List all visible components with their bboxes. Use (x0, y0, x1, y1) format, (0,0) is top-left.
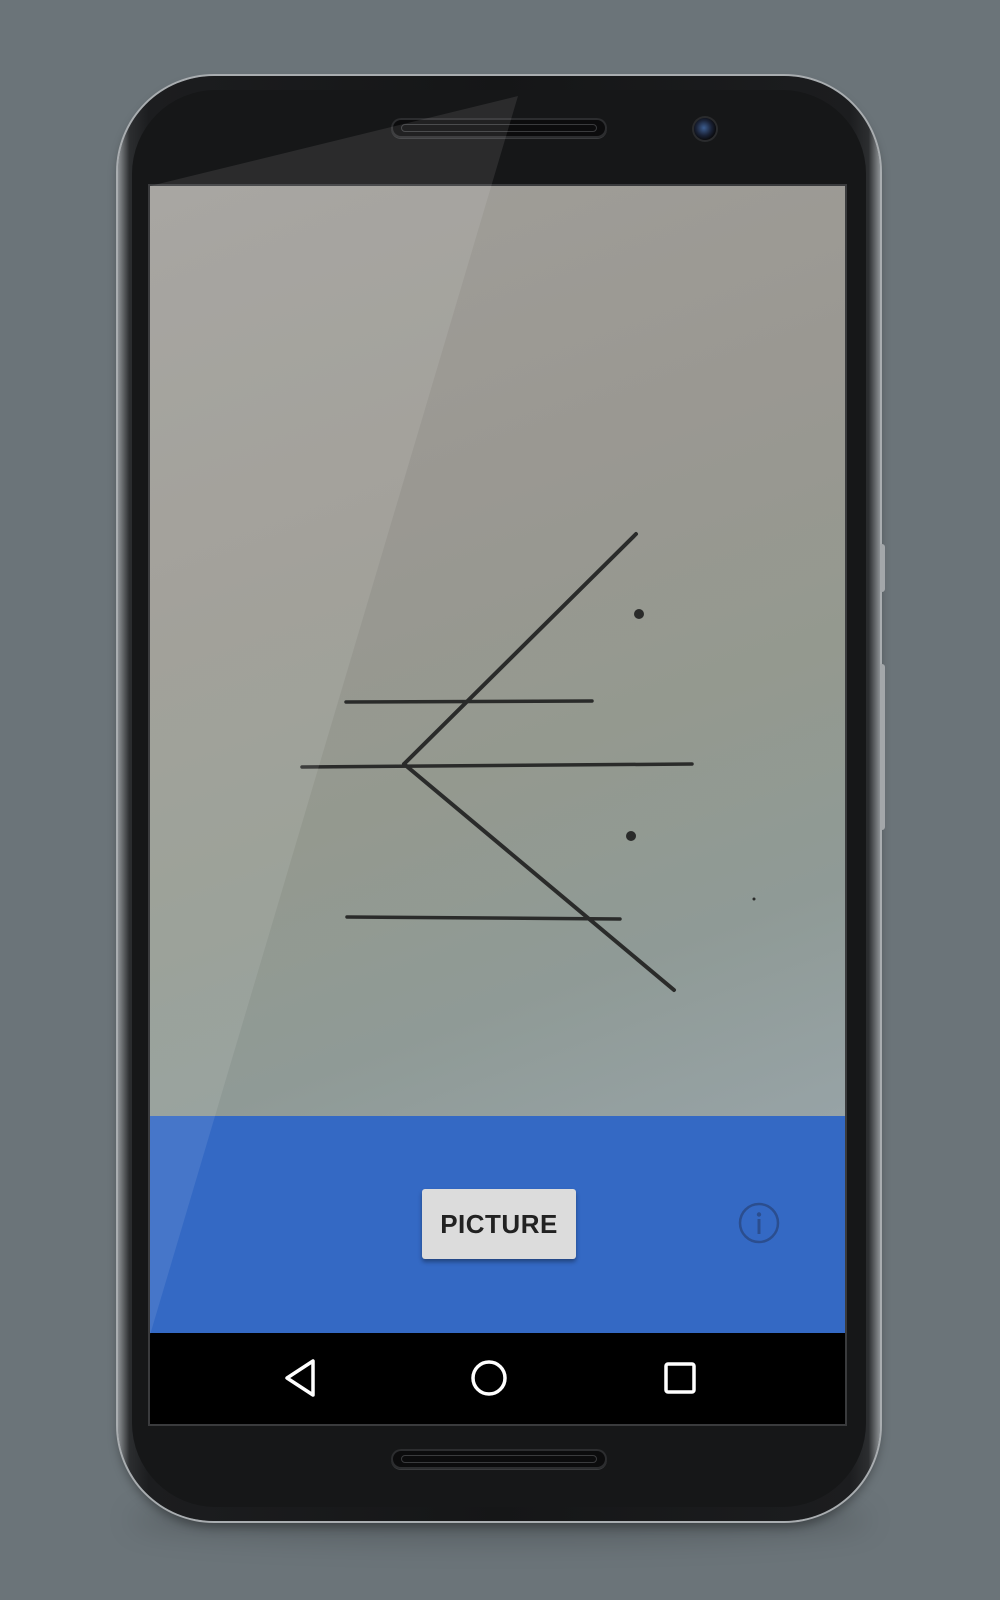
nav-back-icon[interactable] (277, 1353, 327, 1403)
sketch-dot-upper (634, 609, 644, 619)
nav-home-icon[interactable] (464, 1353, 514, 1403)
sketch-lower-diagonal (402, 762, 676, 992)
capture-toolbar: PICTURE (150, 1116, 845, 1333)
sketch-dot-lower (626, 831, 636, 841)
sketch-bottom-horizontal (345, 915, 622, 921)
bottom-speaker-grille (391, 1449, 607, 1469)
stage: PICTURE (0, 0, 1000, 1600)
front-camera (694, 118, 716, 140)
picture-button[interactable]: PICTURE (422, 1189, 576, 1259)
android-navigation-bar (150, 1333, 845, 1424)
sketch-middle-horizontal (300, 762, 694, 769)
sketch-top-horizontal (344, 699, 594, 704)
volume-button (880, 664, 885, 830)
sketch-upper-diagonal (402, 532, 638, 766)
power-button (880, 544, 885, 592)
camera-preview (150, 186, 845, 1116)
info-icon[interactable] (737, 1201, 781, 1245)
device-screen: PICTURE (150, 186, 845, 1424)
nav-recents-icon[interactable] (655, 1353, 705, 1403)
pencil-sketch-image (300, 532, 756, 992)
top-speaker-grille (391, 118, 607, 138)
sketch-speck (752, 897, 756, 901)
